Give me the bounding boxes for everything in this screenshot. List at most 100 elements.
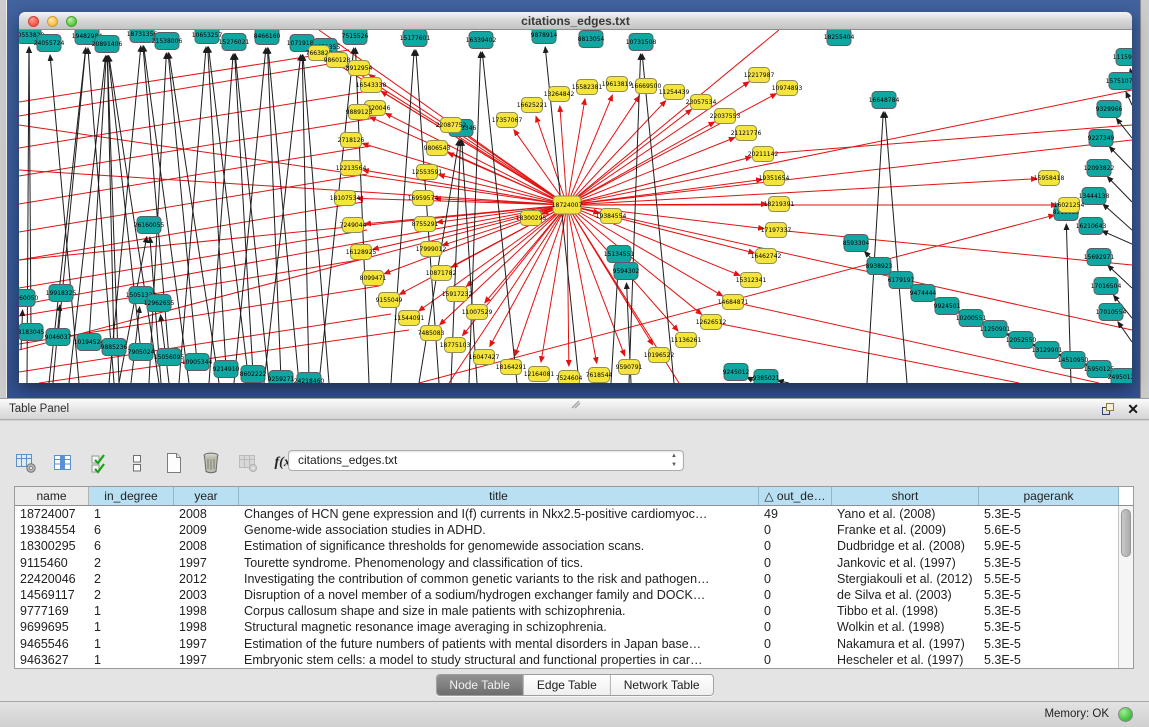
table-cell[interactable]: Corpus callosum shape and size in male p… (239, 603, 759, 619)
table-cell[interactable]: 1997 (174, 652, 239, 668)
table-cell[interactable]: 1 (89, 603, 174, 619)
selection-mode-icon[interactable] (88, 451, 112, 475)
table-cell[interactable]: 6 (89, 522, 174, 538)
table-cell[interactable]: Estimation of the future numbers of pati… (239, 636, 759, 652)
network-edge[interactable] (560, 106, 567, 205)
tab-edge-table[interactable]: Edge Table (524, 675, 611, 695)
network-edge[interactable] (763, 125, 1132, 154)
network-canvas[interactable]: 1055382924055724194829842089140618731356… (19, 30, 1132, 383)
table-mode-icon[interactable] (14, 451, 38, 475)
table-cell[interactable]: 5.6E-5 (979, 522, 1119, 538)
delete-table-icon[interactable] (236, 451, 260, 475)
table-cell[interactable]: 5.3E-5 (979, 555, 1119, 571)
table-cell[interactable]: 9777169 (15, 603, 89, 619)
memory-status-icon[interactable] (1118, 707, 1133, 722)
column-header-pagerank[interactable]: pagerank (979, 487, 1119, 505)
network-edge[interactable] (1107, 177, 1132, 202)
show-columns-icon[interactable] (51, 451, 75, 475)
network-edge[interactable] (567, 205, 723, 296)
network-edge[interactable] (19, 50, 349, 102)
network-edge[interactable] (776, 230, 1132, 265)
table-cell[interactable]: Nakamura et al. (1997) (832, 636, 979, 652)
table-cell[interactable]: 2009 (174, 522, 239, 538)
close-panel-icon[interactable]: ✕ (1127, 402, 1139, 416)
table-cell[interactable]: 2012 (174, 571, 239, 587)
table-cell[interactable]: Structural magnetic resonance image aver… (239, 619, 759, 635)
network-edge[interactable] (1102, 231, 1132, 244)
table-cell[interactable]: 5.3E-5 (979, 652, 1119, 668)
panel-drag-grip[interactable] (570, 400, 582, 409)
network-edge[interactable] (369, 75, 567, 205)
table-cell[interactable]: 0 (759, 587, 832, 603)
table-row[interactable]: 911546021997Tourette syndrome. Phenomeno… (15, 555, 1133, 571)
delete-column-icon[interactable] (199, 451, 223, 475)
network-edge[interactable] (567, 180, 762, 205)
table-cell[interactable]: 0 (759, 619, 832, 635)
network-edge[interactable] (515, 205, 567, 356)
table-cell[interactable]: Tourette syndrome. Phenomenology and cla… (239, 555, 759, 571)
table-cell[interactable]: 5.3E-5 (979, 506, 1119, 522)
network-edge[interactable] (567, 94, 776, 205)
table-cell[interactable]: 1 (89, 652, 174, 668)
table-cell[interactable]: 2 (89, 587, 174, 603)
table-selector-dropdown[interactable]: citations_edges.txt ▲▼ (288, 450, 684, 471)
network-edge[interactable] (567, 30, 779, 205)
column-header-in_degree[interactable]: in_degree (89, 487, 174, 505)
table-cell[interactable]: Wolkin et al. (1998) (832, 619, 979, 635)
network-edge[interactable] (119, 237, 147, 383)
table-cell[interactable]: Stergiakouli et al. (2012) (832, 571, 979, 587)
network-edge[interactable] (885, 112, 907, 383)
table-cell[interactable]: Embryonic stem cells: a model to study s… (239, 652, 759, 668)
table-row[interactable]: 969969511998Structural magnetic resonanc… (15, 619, 1133, 635)
column-header-name[interactable]: name (15, 487, 89, 505)
table-row[interactable]: 1872400712008Changes of HCN gene express… (15, 506, 1133, 522)
network-edge[interactable] (1103, 204, 1132, 230)
table-cell[interactable]: 0 (759, 522, 832, 538)
table-cell[interactable]: 6 (89, 538, 174, 554)
network-edge[interactable] (642, 54, 674, 383)
table-cell[interactable]: de Silva et al. (2003) (832, 587, 979, 603)
tab-node-table[interactable]: Node Table (436, 675, 524, 695)
table-cell[interactable]: 2 (89, 571, 174, 587)
table-cell[interactable]: 18300295 (15, 538, 89, 554)
table-cell[interactable]: 1997 (174, 555, 239, 571)
table-cell[interactable]: Yano et al. (2008) (832, 506, 979, 522)
table-cell[interactable]: 19384554 (15, 522, 89, 538)
network-edge[interactable] (208, 47, 226, 369)
network-edge[interactable] (778, 381, 789, 383)
table-cell[interactable]: 9115460 (15, 555, 89, 571)
network-edge[interactable] (19, 230, 367, 288)
network-edge[interactable] (567, 109, 691, 205)
table-cell[interactable]: 5.3E-5 (979, 619, 1119, 635)
table-cell[interactable]: Hescheler et al. (1997) (832, 652, 979, 668)
table-cell[interactable]: 2008 (174, 506, 239, 522)
table-cell[interactable]: 2008 (174, 538, 239, 554)
table-cell[interactable]: 0 (759, 571, 832, 587)
network-edge[interactable] (567, 95, 612, 205)
network-window-titlebar[interactable]: citations_edges.txt (19, 12, 1132, 30)
network-view-window[interactable]: citations_edges.txt 105538 (19, 12, 1132, 383)
network-edge[interactable] (355, 48, 369, 383)
table-cell[interactable]: 5.3E-5 (979, 603, 1119, 619)
network-edge[interactable] (1118, 322, 1132, 342)
table-cell[interactable]: 5.3E-5 (979, 636, 1119, 652)
table-panel-titlebar[interactable]: Table Panel ✕ (0, 398, 1149, 420)
table-cell[interactable]: Changes of HCN gene expression and I(f) … (239, 506, 759, 522)
table-cell[interactable]: 14569117 (15, 587, 89, 603)
network-edge[interactable] (567, 122, 715, 205)
network-edge[interactable] (362, 143, 567, 205)
table-cell[interactable]: 1 (89, 506, 174, 522)
table-cell[interactable]: 5.9E-5 (979, 538, 1119, 554)
table-row[interactable]: 946554611997Estimation of the future num… (15, 636, 1133, 652)
network-edge[interactable] (867, 112, 883, 383)
table-cell[interactable]: 2 (89, 555, 174, 571)
table-row[interactable]: 1830029562008Estimation of significance … (15, 538, 1133, 554)
column-header-title[interactable]: title (239, 487, 759, 505)
column-header-out_de[interactable]: △ out_de… (759, 487, 832, 505)
table-row[interactable]: 1456911722003Disruption of a novel membe… (15, 587, 1133, 603)
table-scrollbar-thumb[interactable] (1121, 509, 1131, 557)
table-cell[interactable]: 0 (759, 555, 832, 571)
table-cell[interactable]: 49 (759, 506, 832, 522)
network-edge[interactable] (440, 205, 567, 325)
table-cell[interactable]: Genome-wide association studies in ADHD. (239, 522, 759, 538)
